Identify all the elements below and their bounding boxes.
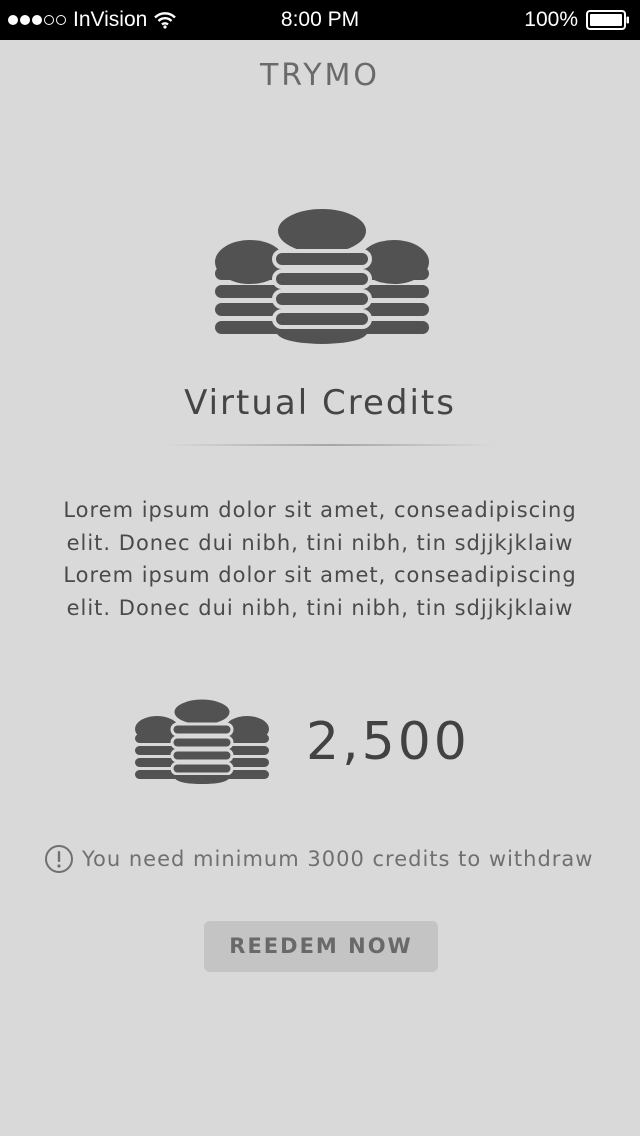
credit-balance: 2,500 xyxy=(306,712,470,772)
coins-stack-icon xyxy=(135,697,269,784)
title-divider xyxy=(165,444,495,446)
status-bar: InVision 8:00 PM 100% xyxy=(0,0,640,40)
notice-text: You need minimum 3000 credits to withdra… xyxy=(82,847,594,871)
status-right: 100% xyxy=(524,0,630,40)
description-line: Lorem ipsum dolor sit amet, conseadipisc… xyxy=(63,563,577,587)
battery-icon xyxy=(586,10,629,30)
coins-stack-icon xyxy=(215,205,429,344)
coin-stack-center xyxy=(272,205,372,344)
coin-stack-center xyxy=(170,697,234,784)
page-title: Virtual Credits xyxy=(184,383,456,423)
app-title: TRYMO xyxy=(259,58,381,93)
description-text: Lorem ipsum dolor sit amet, conseadipisc… xyxy=(40,494,600,624)
alert-circle-icon xyxy=(45,845,73,873)
description-line: elit. Donec dui nibh, tini nibh, tin sdj… xyxy=(66,530,574,555)
withdraw-notice: You need minimum 3000 credits to withdra… xyxy=(44,844,604,874)
description-line: elit. Donec dui nibh, tini nibh, tin sdj… xyxy=(66,595,574,620)
battery-percent: 100% xyxy=(524,8,578,31)
redeem-now-button[interactable]: REEDEM NOW xyxy=(204,921,438,972)
description-line: Lorem ipsum dolor sit amet, conseadipisc… xyxy=(63,498,577,522)
